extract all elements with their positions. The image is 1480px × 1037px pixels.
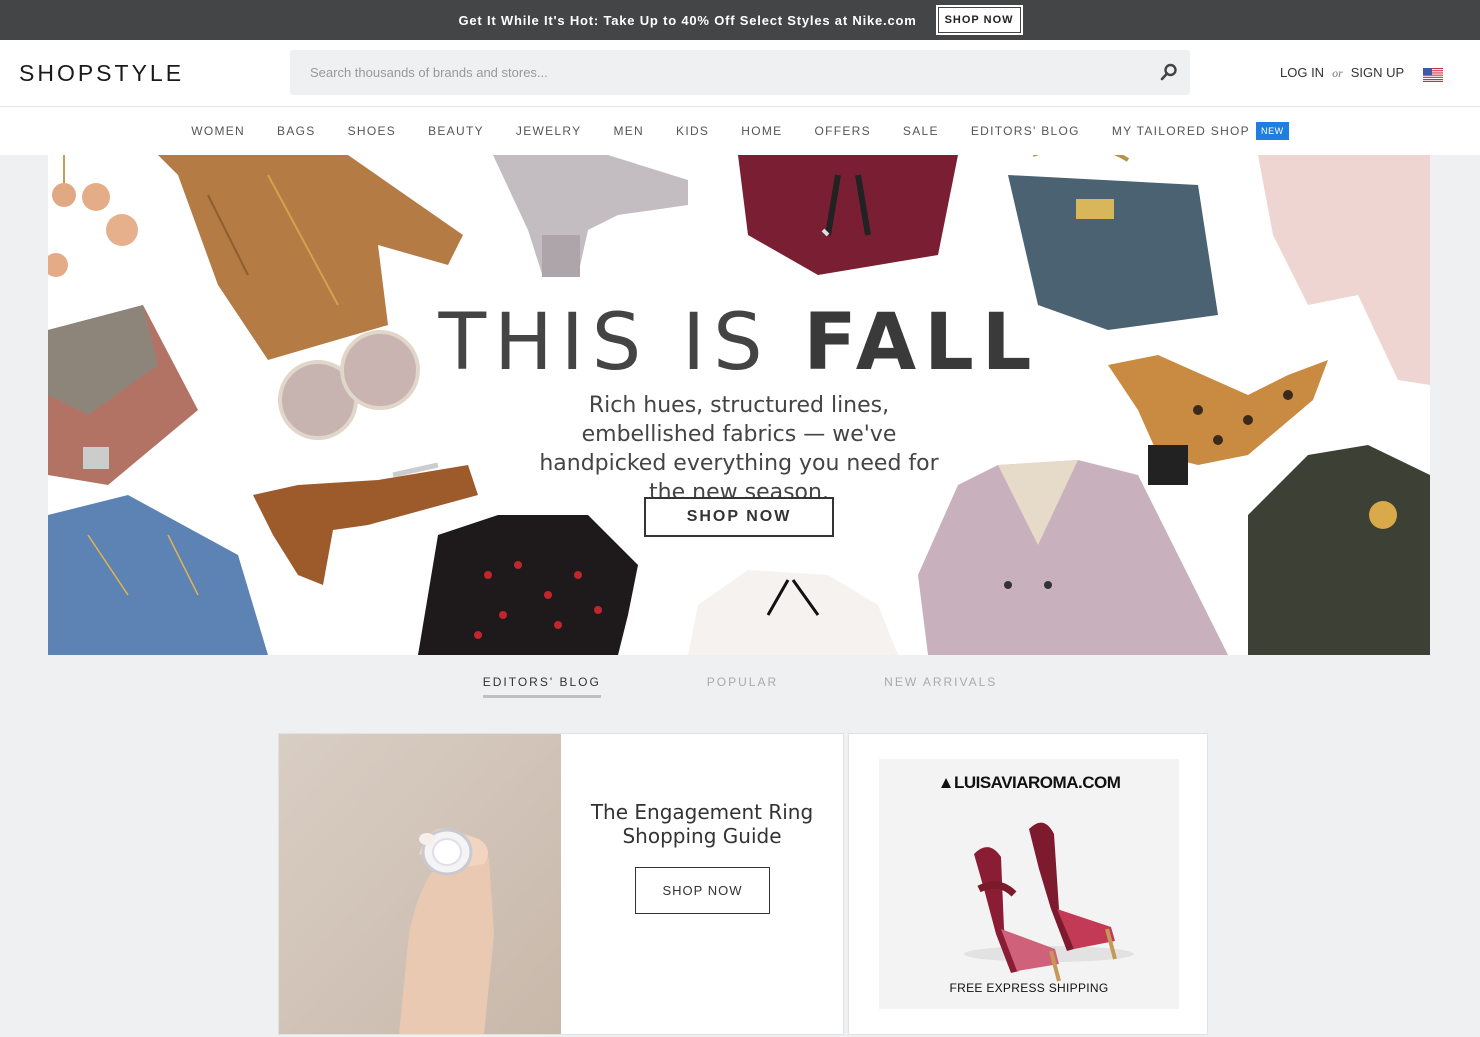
shopstyle-logo[interactable]: SHOPSTYLE [19,60,184,87]
hero-subtitle: Rich hues, structured lines, embellished… [539,393,939,505]
hero-shop-now-button[interactable]: SHOP NOW [644,497,834,537]
engagement-ring-image [279,734,561,1034]
main-nav: WOMEN BAGS SHOES BEAUTY JEWELRY MEN KIDS… [0,107,1480,155]
tab-editors-blog[interactable]: EDITORS' BLOG [482,675,601,698]
tab-new-arrivals[interactable]: NEW ARRIVALS [884,675,997,698]
or-separator: or [1332,66,1343,80]
engagement-ring-title[interactable]: The Engagement Ring Shopping Guide [579,800,825,848]
new-badge: NEW [1255,122,1289,140]
login-link[interactable]: LOG IN [1280,65,1324,80]
us-flag-icon[interactable] [1423,68,1443,82]
tab-popular[interactable]: POPULAR [707,675,778,698]
ad-shipping-text: FREE EXPRESS SHIPPING [949,981,1109,995]
nav-editors-blog[interactable]: EDITORS' BLOG [971,124,1080,138]
ad-card: ▲LUISAVIAROMA.COM FREE EXPRESS SHIPPING [848,733,1208,1035]
white-blouse-image [688,570,898,655]
engagement-ring-card[interactable]: The Engagement Ring Shopping Guide SHOP … [278,733,844,1035]
auth-links: LOG IN or SIGN UP [1280,65,1404,81]
embroidered-dress-image [418,515,638,655]
hero-title: THIS IS FALL [48,298,1430,388]
luisaviaroma-logo: ▲LUISAVIAROMA.COM [937,773,1121,792]
grey-boot-image [493,155,688,277]
denim-jeans-image [48,495,268,655]
hero-banner[interactable]: THIS IS FALL Rich hues, structured lines… [48,155,1430,655]
site-header: SHOPSTYLE LOG IN or SIGN UP [0,40,1480,107]
bomber-jacket-image [1248,445,1430,655]
engagement-ring-shop-now-button[interactable]: SHOP NOW [635,867,770,914]
nav-women[interactable]: WOMEN [191,124,245,138]
nav-home[interactable]: HOME [741,124,782,138]
nav-offers[interactable]: OFFERS [814,124,870,138]
promo-bar: Get It While It's Hot: Take Up to 40% Of… [0,0,1480,40]
red-velvet-sandals-image [964,822,1134,982]
nav-my-tailored-shop-label: MY TAILORED SHOP [1111,124,1250,138]
nav-jewelry[interactable]: JEWELRY [516,124,582,138]
content-tabs: EDITORS' BLOG POPULAR NEW ARRIVALS [0,675,1480,698]
search-bar [290,50,1190,95]
search-icon[interactable] [1160,63,1178,81]
luisaviaroma-ad[interactable]: ▲LUISAVIAROMA.COM FREE EXPRESS SHIPPING [879,759,1179,1009]
nav-beauty[interactable]: BEAUTY [428,124,484,138]
hero-title-light: THIS IS [438,298,771,388]
nav-kids[interactable]: KIDS [676,124,709,138]
burgundy-bag-image [738,155,958,275]
nav-sale[interactable]: SALE [903,124,939,138]
nav-my-tailored-shop[interactable]: MY TAILORED SHOP NEW [1112,122,1289,140]
search-input[interactable] [290,50,1150,95]
earrings-image [48,155,138,277]
nav-bags[interactable]: BAGS [277,124,316,138]
trench-coat-image [918,460,1228,655]
nav-men[interactable]: MEN [613,124,644,138]
signup-link[interactable]: SIGN UP [1351,65,1404,80]
nav-shoes[interactable]: SHOES [348,124,397,138]
hero-title-bold: FALL [803,298,1040,388]
promo-text: Get It While It's Hot: Take Up to 40% Of… [458,12,917,28]
promo-shop-now-button[interactable]: SHOP NOW [935,5,1023,35]
